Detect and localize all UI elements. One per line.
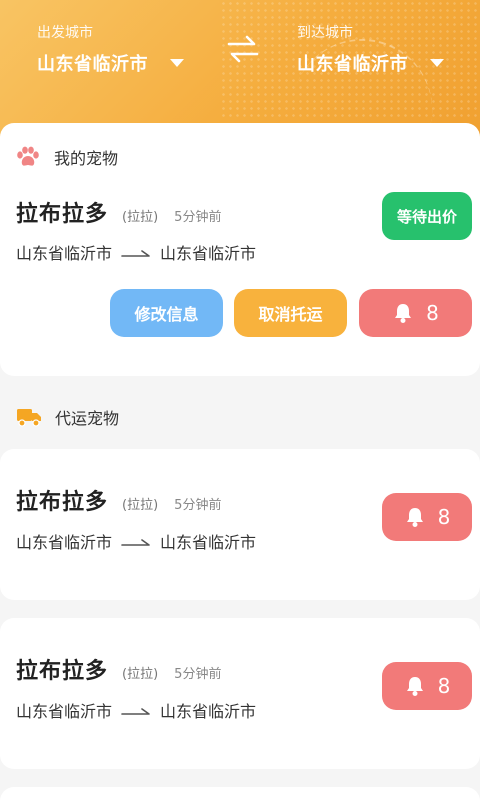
cancel-shipping-button[interactable]: 取消托运 bbox=[234, 289, 347, 337]
paw-icon bbox=[17, 146, 39, 166]
route-from: 山东省临沂市 bbox=[16, 533, 113, 552]
bell-icon bbox=[406, 508, 423, 527]
my-pet-card: 我的宠物 拉布拉多 (拉拉) 5分钟前 山东省临沂市 山东省临沂市 等待出价 修… bbox=[0, 123, 480, 376]
from-city-select[interactable]: 山东省临沂市 bbox=[37, 50, 184, 76]
notification-button[interactable]: 8 bbox=[382, 493, 472, 541]
notification-count: 8 bbox=[437, 505, 451, 529]
route-to: 山东省临沂市 bbox=[160, 533, 257, 552]
pet-name: 拉布拉多 bbox=[16, 659, 109, 684]
caret-down-icon bbox=[170, 59, 184, 67]
edit-info-button[interactable]: 修改信息 bbox=[110, 289, 223, 337]
route-arrow-icon bbox=[121, 708, 150, 715]
pet-route: 山东省临沂市 山东省临沂市 bbox=[16, 240, 256, 264]
pet-title-row: 拉布拉多 (拉拉) 5分钟前 bbox=[16, 196, 221, 228]
swap-cities-button[interactable] bbox=[226, 34, 260, 64]
swap-icon bbox=[227, 35, 259, 63]
route-to: 山东省临沂市 bbox=[160, 702, 257, 721]
from-city-picker[interactable]: 出发城市 山东省临沂市 bbox=[37, 22, 184, 76]
pet-breed: (拉拉) bbox=[122, 667, 159, 682]
route-arrow-icon bbox=[121, 539, 150, 546]
shipping-section-title: 代运宠物 bbox=[55, 409, 120, 428]
shipping-pet-card[interactable]: 拉布拉多 (拉拉) 5分钟前 山东省临沂市 山东省临沂市 8 bbox=[0, 618, 480, 769]
to-city-select[interactable]: 山东省临沂市 bbox=[297, 50, 444, 76]
from-city-value: 山东省临沂市 bbox=[37, 54, 148, 75]
status-badge: 等待出价 bbox=[382, 192, 472, 240]
my-pets-section-header: 我的宠物 bbox=[16, 145, 118, 169]
to-city-picker[interactable]: 到达城市 山东省临沂市 bbox=[297, 22, 444, 76]
pet-title-row: 拉布拉多 (拉拉) 5分钟前 bbox=[16, 484, 221, 516]
pet-route: 山东省临沂市 山东省临沂市 bbox=[16, 698, 256, 722]
pet-name: 拉布拉多 bbox=[16, 202, 109, 227]
notification-count: 8 bbox=[426, 301, 439, 325]
notification-button[interactable]: 8 bbox=[359, 289, 472, 337]
from-city-label: 出发城市 bbox=[37, 25, 93, 41]
bell-icon bbox=[406, 677, 423, 696]
to-city-value: 山东省临沂市 bbox=[297, 54, 408, 75]
shipping-section-header: 代运宠物 bbox=[16, 405, 119, 429]
route-arrow-icon bbox=[121, 250, 150, 257]
post-time: 5分钟前 bbox=[174, 498, 222, 513]
pet-breed: (拉拉) bbox=[122, 498, 159, 513]
pet-breed: (拉拉) bbox=[122, 210, 159, 225]
shipping-pet-card[interactable]: 拉布拉多 (拉拉) 5分钟前 山东省临沂市 山东省临沂市 8 bbox=[0, 449, 480, 600]
pet-route: 山东省临沂市 山东省临沂市 bbox=[16, 529, 256, 553]
pet-name: 拉布拉多 bbox=[16, 490, 109, 515]
route-from: 山东省临沂市 bbox=[16, 244, 113, 263]
my-pets-section-title: 我的宠物 bbox=[54, 149, 119, 168]
notification-button[interactable]: 8 bbox=[382, 662, 472, 710]
route-to: 山东省临沂市 bbox=[160, 244, 257, 263]
post-time: 5分钟前 bbox=[174, 210, 222, 225]
route-from: 山东省临沂市 bbox=[16, 702, 113, 721]
truck-icon bbox=[17, 409, 41, 427]
bell-icon bbox=[395, 304, 412, 323]
post-time: 5分钟前 bbox=[174, 667, 222, 682]
shipping-pet-card-partial[interactable] bbox=[0, 787, 480, 800]
notification-count: 8 bbox=[437, 674, 451, 698]
pet-title-row: 拉布拉多 (拉拉) 5分钟前 bbox=[16, 653, 221, 685]
to-city-label: 到达城市 bbox=[297, 25, 353, 41]
caret-down-icon bbox=[430, 59, 444, 67]
